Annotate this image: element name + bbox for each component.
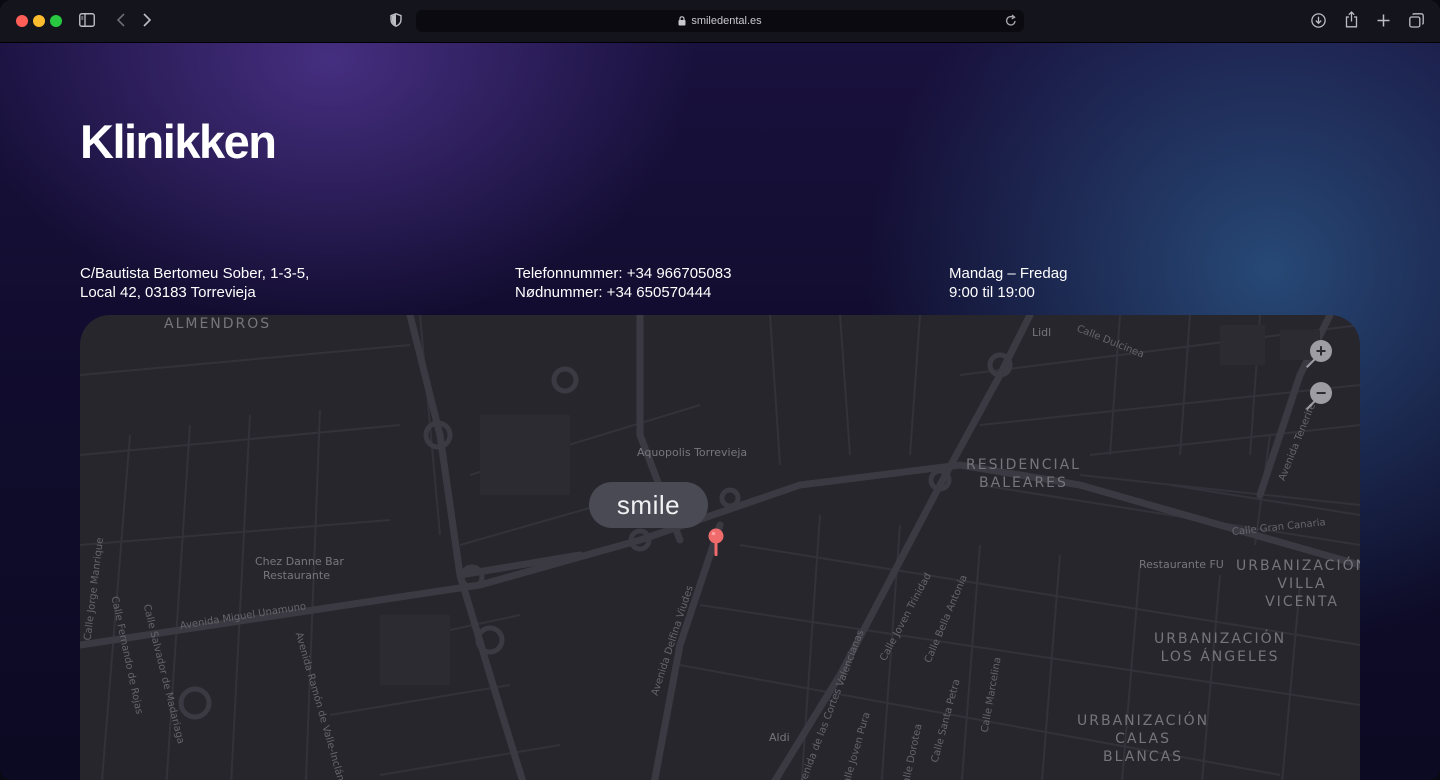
browser-toolbar: smiledental.es xyxy=(0,0,1440,43)
reload-icon[interactable] xyxy=(1005,14,1017,30)
map-area-almendros: ALMENDROS xyxy=(164,316,272,332)
address-bar[interactable]: smiledental.es xyxy=(416,10,1024,32)
plus-icon[interactable] xyxy=(1377,14,1390,27)
phone-number[interactable]: Telefonnummer: +34 966705083 xyxy=(515,264,731,283)
clinic-map[interactable]: ALMENDROS RESIDENCIAL BALEARES URBANIZAC… xyxy=(80,315,1360,780)
map-area-baleares: RESIDENCIAL BALEARES xyxy=(966,457,1081,491)
emergency-number[interactable]: Nødnummer: +34 650570444 xyxy=(515,283,731,302)
close-window-button[interactable] xyxy=(16,15,28,27)
minimize-window-button[interactable] xyxy=(33,15,45,27)
chevron-left-icon[interactable] xyxy=(116,13,126,27)
clinic-marker-label[interactable]: smile xyxy=(589,482,708,528)
map-place-restaurante-fu: Restaurante FU xyxy=(1139,558,1224,571)
map-place-chez-danne-2: Restaurante xyxy=(263,569,330,582)
page-title: Klinikken xyxy=(80,115,277,168)
map-place-aquopolis: Aquopolis Torrevieja xyxy=(637,446,748,459)
address-line-2: Local 42, 03183 Torrevieja xyxy=(80,284,256,301)
share-icon[interactable] xyxy=(1345,11,1358,28)
url-text: smiledental.es xyxy=(691,15,762,27)
opening-days: Mandag – Fredag xyxy=(949,265,1068,282)
lock-icon xyxy=(678,16,686,26)
map-place-chez-danne-1: Chez Danne Bar xyxy=(255,555,344,568)
chevron-right-icon[interactable] xyxy=(142,13,152,27)
map-area-villa-vicenta: URBANIZACIÓN VILLA VICENTA xyxy=(1236,558,1360,610)
address-block: C/Bautista Bertomeu Sober, 1-3-5, Local … xyxy=(80,264,309,302)
download-icon[interactable] xyxy=(1311,13,1326,28)
phone-block: Telefonnummer: +34 966705083 Nødnummer: … xyxy=(515,264,731,302)
map-area-calas-blancas: URBANIZACIÓN CALAS BLANCAS xyxy=(1077,713,1210,765)
opening-hours-block: Mandag – Fredag 9:00 til 19:00 xyxy=(949,264,1067,302)
fullscreen-window-button[interactable] xyxy=(50,15,62,27)
zoom-in-button[interactable]: + xyxy=(1310,340,1332,362)
map-place-lidl: Lidl xyxy=(1032,326,1052,339)
map-area-los-angeles: URBANIZACIÓN LOS ÁNGELES xyxy=(1154,631,1287,665)
tabs-overview-icon[interactable] xyxy=(1409,13,1424,28)
zoom-out-button[interactable]: − xyxy=(1310,382,1332,404)
browser-window: smiledental.es Klinikken C/Bautista Bert… xyxy=(0,0,1440,780)
shield-icon[interactable] xyxy=(390,13,402,27)
opening-hours: 9:00 til 19:00 xyxy=(949,284,1035,301)
sidebar-icon[interactable] xyxy=(79,13,95,27)
map-pin-icon[interactable] xyxy=(707,528,725,558)
address-line-1: C/Bautista Bertomeu Sober, 1-3-5, xyxy=(80,265,310,282)
map-place-aldi: Aldi xyxy=(769,731,790,744)
